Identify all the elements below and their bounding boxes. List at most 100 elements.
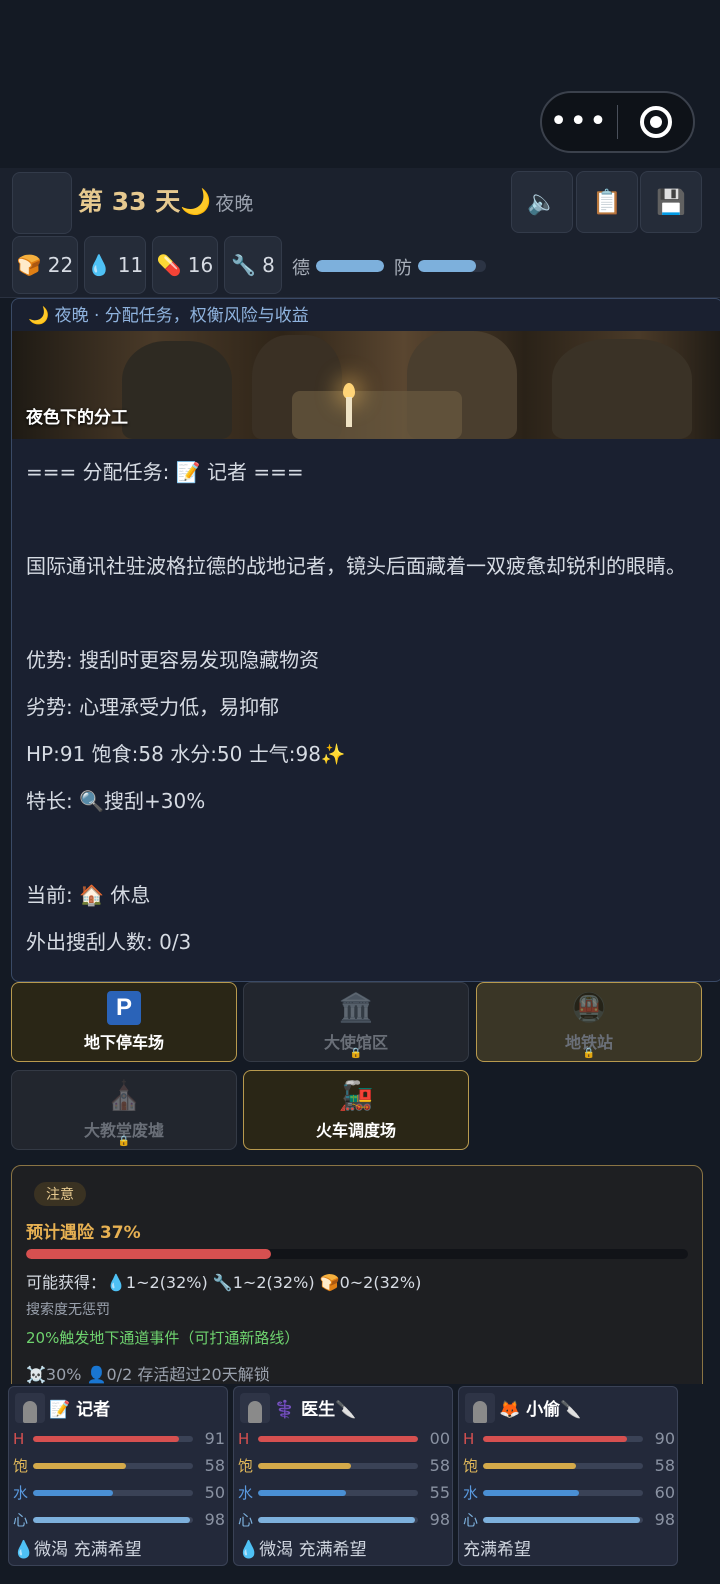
resource-medicine[interactable]: 💊 16	[152, 236, 218, 294]
stat-value: 50	[204, 1483, 225, 1502]
member-name: 📝 记者	[49, 1400, 111, 1420]
day-title: 第 33 天🌙 夜晚	[78, 182, 253, 218]
event-text: === 分配任务: 📝 记者 === 国际通讯社驻波格拉德的战地记者，镜头后面藏…	[26, 449, 716, 966]
stat-key: 水	[463, 1484, 479, 1502]
event-line: 优势: 搜刮时更容易发现隐藏物资	[26, 648, 320, 672]
stat-value: 58	[429, 1456, 450, 1475]
mini-program-capsule: •••	[540, 91, 695, 153]
menu-button[interactable]	[12, 172, 72, 234]
risk-bar	[26, 1249, 688, 1259]
stat-value: 55	[429, 1483, 450, 1502]
water-count: 11	[117, 253, 144, 277]
resource-tools[interactable]: 🔧 8	[224, 236, 282, 294]
member-status: 💧微渴 充满希望	[13, 1540, 142, 1560]
save-button[interactable]: 💾	[640, 171, 702, 233]
morality-label: 德	[292, 258, 310, 279]
bread-count: 22	[47, 253, 74, 277]
classical-building-icon: 🏛️	[338, 991, 374, 1024]
stat-key: 饱	[463, 1457, 479, 1475]
event-subtitle: 🌙 夜晚 · 分配任务，权衡风险与收益	[28, 306, 309, 326]
event-card: 🌙 夜晚 · 分配任务，权衡风险与收益 夜色下的分工 === 分配任务: 📝 记…	[11, 298, 720, 982]
search-note: 搜索度无惩罚	[26, 1302, 110, 1318]
avatar	[15, 1393, 45, 1423]
stat-value: 58	[654, 1456, 675, 1475]
stat-water: 水 50	[13, 1479, 225, 1506]
speaker-icon: 🔈	[527, 188, 557, 216]
avatar	[465, 1393, 495, 1423]
sound-button[interactable]: 🔈	[511, 171, 573, 233]
morality-bar	[316, 260, 384, 272]
moon-icon: 🌙	[180, 187, 212, 216]
stat-key: 心	[238, 1511, 254, 1529]
parking-icon: P	[107, 991, 141, 1025]
medicine-count: 16	[187, 253, 214, 277]
stat-food: 饱 58	[13, 1452, 225, 1479]
church-icon: ⛪	[106, 1079, 142, 1112]
metro-icon: 🚇	[571, 991, 607, 1024]
event-line: 当前: 🏠 休息	[26, 883, 151, 907]
more-icon[interactable]: •••	[542, 93, 617, 151]
stat-key: H	[13, 1429, 25, 1448]
location-name: 地下停车场	[83, 1033, 164, 1052]
stat-value: 90	[654, 1429, 675, 1448]
event-line: === 分配任务: 📝 记者 ===	[26, 460, 304, 484]
event-line	[26, 825, 716, 872]
game-header: 第 33 天🌙 夜晚 🔈 📋 💾 🍞 22 💧 11 💊 16 🔧 8 德 防	[0, 168, 720, 298]
pill-icon: 💊	[156, 253, 182, 277]
stat-water: 水 55	[238, 1479, 450, 1506]
location-rail-yard[interactable]: 🚂 火车调度场	[243, 1070, 469, 1150]
stat-mind: 心 98	[238, 1506, 450, 1533]
event-line: 劣势: 心理承受力低，易抑郁	[26, 695, 280, 719]
stat-hp: H 90	[463, 1425, 675, 1452]
log-button[interactable]: 📋	[576, 171, 638, 233]
risk-footer: ☠️30% 👤0/2 存活超过20天解锁	[26, 1365, 270, 1384]
defense-label: 防	[394, 258, 412, 279]
stat-value: 60	[654, 1483, 675, 1502]
water-drop-icon: 💧	[86, 253, 112, 277]
member-card-thief[interactable]: 🦊 小偷🔪 H 90 饱 58 水 60 心 98 充满希望	[458, 1386, 678, 1566]
tools-count: 8	[262, 253, 275, 277]
member-name: 🦊 小偷🔪	[499, 1400, 582, 1420]
illustration-caption: 夜色下的分工	[26, 408, 128, 428]
wrench-icon: 🔧	[231, 253, 257, 277]
defense-bar	[418, 260, 486, 272]
event-line: HP:91 饱食:58 水分:50 士气:98✨	[26, 742, 346, 766]
stat-value: 98	[429, 1510, 450, 1529]
event-line: 外出搜刮人数: 0/3	[26, 930, 192, 954]
lock-icon: 🔒	[349, 1048, 363, 1059]
close-icon[interactable]	[618, 106, 693, 138]
event-line: 国际通讯社驻波格拉德的战地记者，镜头后面藏着一双疲惫却锐利的眼睛。	[26, 554, 686, 578]
stat-value: 91	[204, 1429, 225, 1448]
resource-water[interactable]: 💧 11	[84, 236, 146, 294]
member-card-reporter[interactable]: 📝 记者 H 91 饱 58 水 50 心 98 💧微渴 充满希望	[8, 1386, 228, 1566]
stat-key: 饱	[13, 1457, 29, 1475]
notice-badge: 注意	[34, 1182, 86, 1206]
location-cathedral-ruins[interactable]: ⛪ 大教堂废墟 🔒	[11, 1070, 237, 1150]
risk-title: 预计遇险 37%	[26, 1223, 141, 1243]
resource-bread[interactable]: 🍞 22	[12, 236, 78, 294]
event-line: 特长: 🔍搜刮+30%	[26, 789, 206, 813]
stat-food: 饱 58	[238, 1452, 450, 1479]
lock-icon: 🔒	[117, 1136, 131, 1147]
stat-value: 58	[204, 1456, 225, 1475]
stat-key: H	[463, 1429, 475, 1448]
event-note: 20%触发地下通道事件（可打通新路线）	[26, 1329, 300, 1347]
location-underground-parking[interactable]: P 地下停车场	[11, 982, 237, 1062]
risk-card: 注意 预计遇险 37% 可能获得：💧1~2(32%) 🔧1~2(32%) 🍞0~…	[11, 1165, 703, 1395]
event-line	[26, 496, 716, 543]
system-top-bar: •••	[0, 0, 720, 168]
location-embassy[interactable]: 🏛️ 大使馆区 🔒	[243, 982, 469, 1062]
member-card-doctor[interactable]: ⚕️ 医生🔪 H 00 饱 58 水 55 心 98 💧微渴 充满希望	[233, 1386, 453, 1566]
member-name: ⚕️ 医生🔪	[274, 1400, 357, 1420]
locomotive-icon: 🚂	[338, 1079, 374, 1112]
stat-key: 饱	[238, 1457, 254, 1475]
stat-value: 00	[429, 1429, 450, 1448]
loot-info: 可能获得：💧1~2(32%) 🔧1~2(32%) 🍞0~2(32%)	[26, 1273, 422, 1292]
stat-mind: 心 98	[13, 1506, 225, 1533]
phase-label: 夜晚	[215, 193, 254, 215]
avatar	[240, 1393, 270, 1423]
stat-mind: 心 98	[463, 1506, 675, 1533]
stat-value: 98	[204, 1510, 225, 1529]
lock-icon: 🔒	[582, 1048, 596, 1059]
location-metro-station[interactable]: 🚇 地铁站 🔒	[476, 982, 702, 1062]
